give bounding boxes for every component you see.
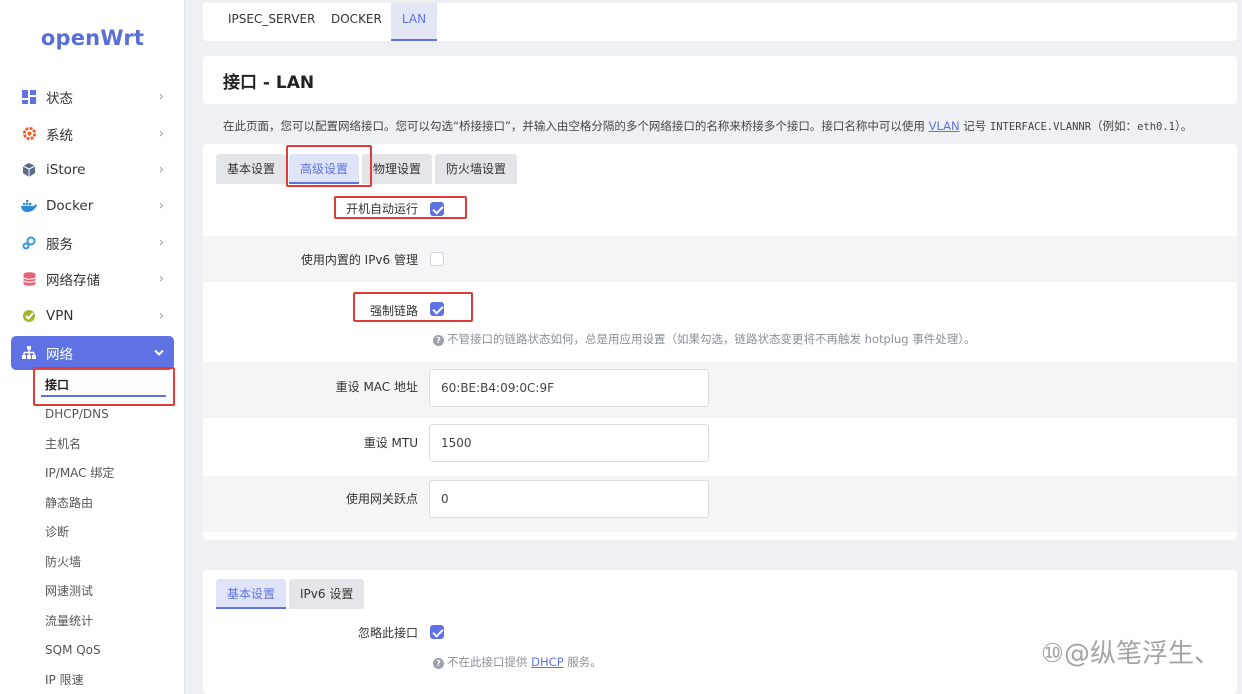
dhcp-tab-bar: 基本设置 IPv6 设置 xyxy=(216,579,365,609)
mtu-label: 重设 MTU xyxy=(363,436,418,450)
mac-address-input[interactable]: 60:BE:B4:09:0C:9F xyxy=(429,369,709,407)
question-icon: ? xyxy=(433,658,444,669)
submenu-item-sqm-qos[interactable]: SQM QoS xyxy=(0,636,185,666)
openwrt-logo[interactable]: openWrt xyxy=(0,26,185,50)
page-description: 在此页面，您可以配置网络接口。您可以勾选“桥接接口”，并输入由空格分隔的多个网络… xyxy=(223,119,1193,133)
services-icon xyxy=(21,235,37,251)
ipv6-management-label: 使用内置的 IPv6 管理 xyxy=(300,253,418,267)
force-link-row: 强制链路 ? 不管接口的链路状态如何，总是用应用设置（如果勾选，链路状态变更将不再… xyxy=(203,284,1237,360)
gateway-metric-row: 使用网关跃点 0 xyxy=(203,476,1237,532)
sidebar-item-system[interactable]: 系统 › xyxy=(0,115,185,151)
sidebar: openWrt 状态 › 系统 › iStore › Docker › 服务 ›… xyxy=(0,0,185,694)
sidebar-item-label: 系统 xyxy=(46,127,73,144)
watermark: ⑩@纵笔浮生、 xyxy=(1040,639,1220,669)
tab-docker[interactable]: DOCKER xyxy=(331,3,382,41)
sidebar-item-vpn[interactable]: VPN › xyxy=(0,297,185,333)
sidebar-item-status[interactable]: 状态 › xyxy=(0,79,185,115)
sidebar-item-network[interactable]: 网络 xyxy=(11,335,174,370)
sidebar-item-label: VPN xyxy=(46,307,74,324)
database-icon xyxy=(21,271,37,287)
mac-address-row: 重设 MAC 地址 60:BE:B4:09:0C:9F xyxy=(203,362,1237,418)
gateway-metric-input[interactable]: 0 xyxy=(429,480,709,518)
tab-lan[interactable]: LAN xyxy=(391,3,437,41)
gear-icon xyxy=(21,126,37,142)
sidebar-menu: 状态 › 系统 › iStore › Docker › 服务 › 网络存储 › … xyxy=(0,79,185,694)
docker-icon xyxy=(21,198,37,214)
submenu-item-static-routes[interactable]: 静态路由 xyxy=(0,489,185,519)
ignore-interface-label: 忽略此接口 xyxy=(357,626,418,640)
force-link-checkbox[interactable] xyxy=(430,302,444,316)
interface-settings-card: 基本设置 高级设置 物理设置 防火墙设置 开机自动运行 使用内置的 IPv6 管… xyxy=(203,144,1237,540)
network-submenu: 接口 DHCP/DNS 主机名 IP/MAC 绑定 静态路由 诊断 防火墙 网速… xyxy=(0,371,185,694)
sidebar-item-label: 网络 xyxy=(46,346,73,363)
ignore-interface-hint: ? 不在此接口提供 DHCP 服务。 xyxy=(433,654,602,670)
active-underline xyxy=(41,395,166,398)
ipv6-management-row: 使用内置的 IPv6 管理 xyxy=(203,236,1237,282)
tab-firewall-settings[interactable]: 防火墙设置 xyxy=(435,154,518,184)
mtu-row: 重设 MTU 1500 xyxy=(203,420,1237,476)
gateway-metric-label: 使用网关跃点 xyxy=(345,492,418,506)
tab-ipsec-server[interactable]: IPSEC_SERVER xyxy=(228,3,315,41)
mtu-input[interactable]: 1500 xyxy=(429,424,709,462)
autostart-label: 开机自动运行 xyxy=(345,202,418,216)
tab-advanced-settings[interactable]: 高级设置 xyxy=(289,154,360,184)
vpn-icon xyxy=(21,308,37,324)
submenu-item-diagnostics[interactable]: 诊断 xyxy=(0,518,185,548)
chevron-right-icon: › xyxy=(158,235,164,251)
submenu-item-ip-rate-limit[interactable]: IP 限速 xyxy=(0,666,185,694)
ipv6-management-checkbox[interactable] xyxy=(430,252,444,266)
force-link-label: 强制链路 xyxy=(369,304,418,318)
tab-dhcp-ipv6-settings[interactable]: IPv6 设置 xyxy=(289,579,365,609)
tab-physical-settings[interactable]: 物理设置 xyxy=(362,154,433,184)
dhcp-link[interactable]: DHCP xyxy=(531,655,563,669)
ignore-interface-checkbox[interactable] xyxy=(430,625,444,639)
force-link-hint: ? 不管接口的链路状态如何，总是用应用设置（如果勾选，链路状态变更将不再触发 ho… xyxy=(433,331,975,347)
submenu-item-speedtest[interactable]: 网速测试 xyxy=(0,577,185,607)
sidebar-item-services[interactable]: 服务 › xyxy=(0,225,185,261)
dashboard-icon xyxy=(21,89,37,105)
network-icon xyxy=(21,345,37,361)
sidebar-item-label: iStore xyxy=(46,161,86,178)
sidebar-item-docker[interactable]: Docker › xyxy=(0,188,185,224)
chevron-right-icon: › xyxy=(158,126,164,142)
autostart-checkbox[interactable] xyxy=(430,202,444,216)
question-icon: ? xyxy=(433,335,444,346)
sidebar-item-istore[interactable]: iStore › xyxy=(0,152,185,188)
tab-dhcp-basic-settings[interactable]: 基本设置 xyxy=(216,579,287,609)
tab-basic-settings[interactable]: 基本设置 xyxy=(216,154,287,184)
sidebar-item-label: Docker xyxy=(46,198,94,215)
chevron-right-icon: › xyxy=(158,162,164,178)
dhcp-settings-card: 基本设置 IPv6 设置 忽略此接口 ? 不在此接口提供 DHCP 服务。 xyxy=(203,570,1237,694)
chevron-right-icon: › xyxy=(158,271,164,287)
sidebar-item-label: 状态 xyxy=(46,91,73,108)
sidebar-item-network-storage[interactable]: 网络存储 › xyxy=(0,261,185,297)
submenu-item-firewall[interactable]: 防火墙 xyxy=(0,548,185,578)
interface-tabs: IPSEC_SERVER DOCKER LAN xyxy=(203,3,1237,41)
chevron-right-icon: › xyxy=(158,89,164,105)
page-title: 接口 - LAN xyxy=(223,73,315,93)
title-card: 接口 - LAN xyxy=(203,56,1237,104)
vlan-link[interactable]: VLAN xyxy=(929,119,960,133)
autostart-row: 开机自动运行 xyxy=(203,184,1237,232)
cube-icon xyxy=(21,162,37,178)
sidebar-item-label: 服务 xyxy=(46,236,73,253)
submenu-item-traffic-stats[interactable]: 流量统计 xyxy=(0,607,185,637)
submenu-item-ip-mac-binding[interactable]: IP/MAC 绑定 xyxy=(0,459,185,489)
chevron-right-icon: › xyxy=(158,198,164,214)
settings-tab-bar: 基本设置 高级设置 物理设置 防火墙设置 xyxy=(216,154,518,184)
submenu-item-hostnames[interactable]: 主机名 xyxy=(0,430,185,460)
chevron-down-icon xyxy=(154,345,164,360)
submenu-item-dhcp-dns[interactable]: DHCP/DNS xyxy=(0,400,185,430)
mac-address-label: 重设 MAC 地址 xyxy=(335,380,418,394)
chevron-right-icon: › xyxy=(158,308,164,324)
submenu-item-interfaces[interactable]: 接口 xyxy=(0,371,185,401)
sidebar-item-label: 网络存储 xyxy=(46,273,100,290)
